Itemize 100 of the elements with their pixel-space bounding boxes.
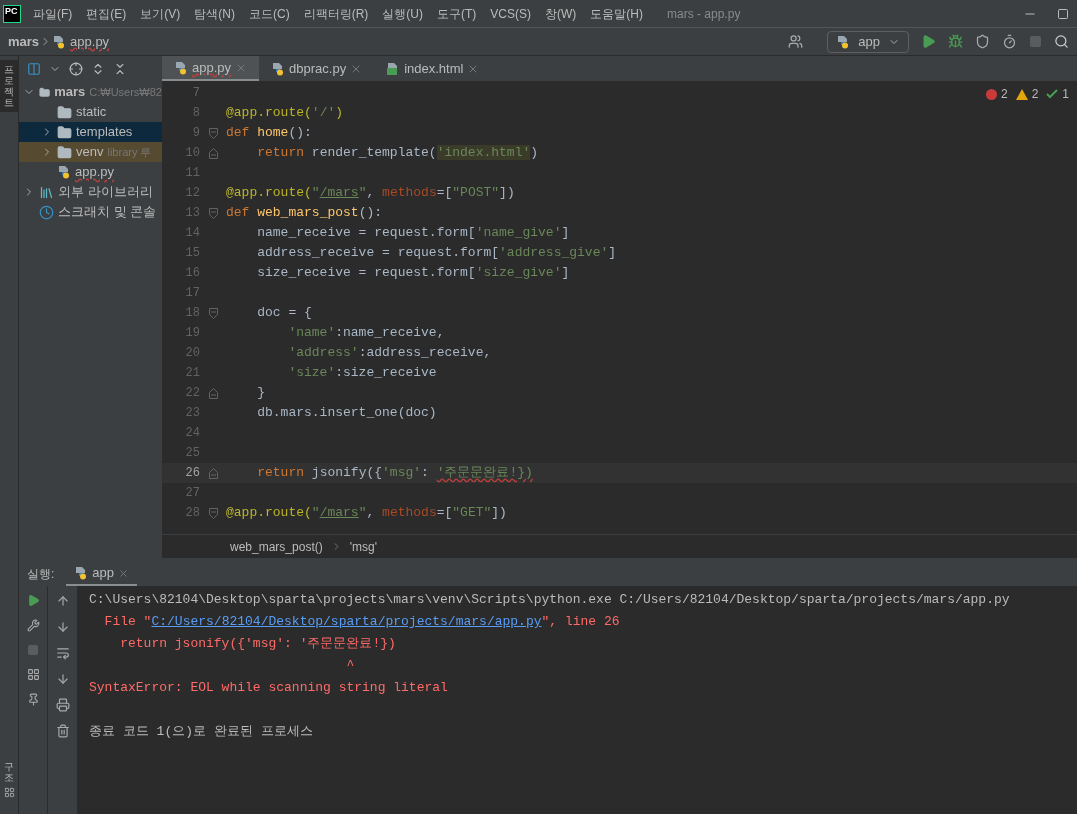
fold-start-icon[interactable] (208, 307, 218, 319)
code-line: size_receive = request.form['size_give'] (256, 264, 570, 283)
fold-start-icon[interactable] (208, 207, 218, 219)
code-line: def web_mars_post(): (226, 204, 383, 223)
menu-item[interactable]: 파일(F) (33, 4, 73, 23)
run-panel-label: 실행: (27, 566, 55, 583)
breadcrumb-item[interactable]: mars (8, 31, 40, 52)
breadcrumb-item[interactable]: app.py (70, 31, 110, 52)
menu-item[interactable]: 탐색(N) (194, 4, 235, 23)
folder-icon (57, 144, 72, 160)
fold-end-icon[interactable] (208, 147, 218, 159)
warning-count[interactable]: 2 (1031, 85, 1039, 103)
line-number: 10 (184, 145, 200, 162)
line-number: 17 (184, 285, 200, 302)
rerun-icon[interactable] (26, 594, 40, 607)
layout-icon[interactable] (26, 668, 40, 681)
tree-item-label: static (76, 103, 107, 122)
maximize-icon[interactable] (1057, 7, 1069, 20)
run-icon[interactable] (921, 34, 936, 49)
menu-item[interactable]: 실행(U) (382, 4, 423, 23)
code-line: 'address':address_receive, (287, 344, 492, 363)
project-tool-tab[interactable]: 프로젝트 (0, 60, 18, 112)
fold-end-icon[interactable] (208, 467, 218, 479)
arrow-up-icon[interactable] (55, 594, 70, 608)
console-line: 종료 코드 1(으)로 완료된 프로세스 (89, 723, 313, 742)
tree-item[interactable]: templates (19, 122, 162, 142)
arrow-down-icon[interactable] (55, 620, 70, 634)
code-line: db.mars.insert_one(doc) (256, 404, 437, 423)
menu-item[interactable]: 창(W) (545, 4, 577, 23)
menu-item[interactable]: VCS(S) (490, 4, 531, 23)
tree-item-label: app.py (75, 163, 115, 182)
menu-item[interactable]: 편집(E) (86, 4, 127, 23)
file-link[interactable]: C:/Users/82104/Desktop/sparta/projects/mars/app.py (151, 614, 542, 630)
code-line: 'name':name_receive, (287, 324, 445, 343)
pin-icon[interactable] (26, 693, 40, 706)
line-number: 12 (184, 185, 200, 202)
close-icon[interactable] (118, 567, 130, 579)
run-config-dropdown[interactable]: app (827, 30, 909, 53)
stop-icon[interactable] (1029, 35, 1042, 48)
python-file-icon (52, 34, 67, 49)
editor-tab[interactable]: app.py (162, 56, 260, 81)
locate-icon[interactable] (69, 61, 83, 76)
print-icon[interactable] (55, 698, 70, 712)
view-mode-icon[interactable] (27, 61, 41, 76)
scratch-icon (39, 204, 54, 220)
folder-icon (57, 124, 72, 140)
search-icon[interactable] (1054, 34, 1069, 49)
stop-icon[interactable] (27, 644, 39, 656)
code-line: @app.route("/mars", methods=["GET"]) (226, 504, 507, 523)
line-number: 20 (184, 345, 200, 362)
line-number: 22 (184, 385, 200, 402)
breadcrumb-item[interactable]: web_mars_post() (230, 537, 323, 556)
menu-item[interactable]: 도구(T) (437, 4, 477, 23)
app-logo: PC (3, 4, 21, 23)
code-line: @app.route("/mars", methods=["POST"]) (226, 184, 515, 203)
fold-start-icon[interactable] (208, 507, 218, 519)
tree-item-label: 외부 라이브러리 (58, 183, 153, 202)
python-file-icon (57, 165, 71, 179)
line-number: 14 (184, 225, 200, 242)
structure-icon[interactable] (3, 787, 15, 798)
code-line: return render_template('index.html') (256, 144, 539, 163)
tree-item[interactable]: venv library 루 (19, 142, 162, 162)
menu-item[interactable]: 리팩터링(R) (303, 4, 369, 23)
tree-item[interactable]: app.py (19, 162, 162, 182)
line-number: 19 (184, 325, 200, 342)
structure-tab-label[interactable]: 구조 (4, 761, 14, 783)
tree-item-label: templates (76, 123, 133, 142)
folder-icon (57, 104, 72, 120)
collapse-all-icon[interactable] (113, 61, 127, 76)
fold-end-icon[interactable] (208, 387, 218, 399)
breadcrumb-item[interactable]: 'msg' (349, 537, 377, 556)
trash-icon[interactable] (55, 724, 70, 738)
editor-tab[interactable]: dbprac.py (259, 56, 375, 81)
tree-item[interactable]: mars C:₩Users₩82 (19, 82, 162, 102)
wrench-icon[interactable] (26, 619, 40, 632)
tree-item[interactable]: 외부 라이브러리 (19, 182, 162, 202)
soft-wrap-icon[interactable] (55, 646, 70, 660)
code-line: def home(): (226, 124, 312, 143)
project-tab-label[interactable]: 프로젝트 (4, 64, 14, 108)
scroll-to-end-icon[interactable] (55, 672, 70, 686)
library-icon (39, 184, 54, 200)
menu-item[interactable]: 코드(C) (249, 4, 290, 23)
tree-item-label: venv (76, 143, 104, 162)
fold-start-icon[interactable] (208, 127, 218, 139)
debug-icon[interactable] (948, 34, 963, 49)
menu-item[interactable]: 보기(V) (140, 4, 181, 23)
tree-item[interactable]: 스크래치 및 콘솔 (19, 202, 162, 222)
line-number: 23 (184, 405, 200, 422)
run-tab[interactable]: app (66, 562, 138, 586)
code-line: doc = { (256, 304, 312, 323)
tree-item[interactable]: static (19, 102, 162, 122)
python-file-icon (174, 60, 188, 75)
line-number: 13 (184, 205, 200, 222)
tree-item-label: 스크래치 및 콘솔 (58, 203, 157, 222)
typo-count[interactable]: 1 (1062, 85, 1069, 103)
error-count[interactable]: 2 (1000, 85, 1008, 103)
editor-tab[interactable]: index.html (374, 56, 492, 81)
line-number: 21 (184, 365, 200, 382)
menu-item[interactable]: 도움말(H) (590, 4, 643, 23)
users-icon[interactable] (788, 34, 804, 49)
